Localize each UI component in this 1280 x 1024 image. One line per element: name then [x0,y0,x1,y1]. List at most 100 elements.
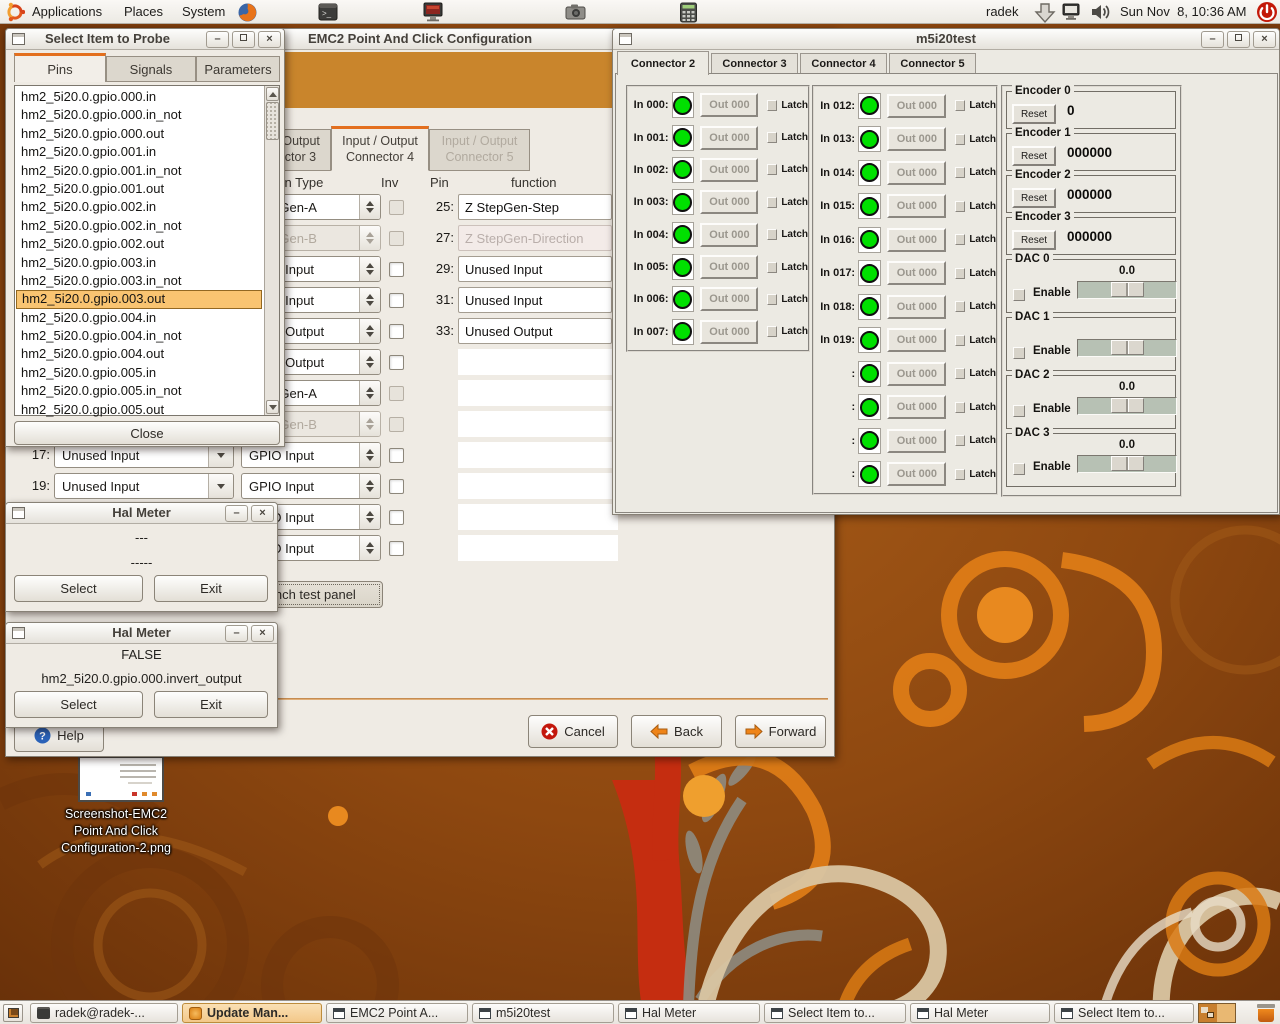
spinner-arrows-icon[interactable] [359,350,380,374]
latch-checkbox[interactable] [767,164,777,175]
list-item[interactable]: hm2_5i20.0.gpio.005.in [16,364,262,382]
out-button[interactable]: Out 000 [887,161,946,185]
slider-handle[interactable] [1111,456,1144,471]
maximize-button[interactable] [232,31,255,48]
taskbar-item-select-item-2[interactable]: Select Item to... [1054,1003,1194,1023]
latch-checkbox[interactable] [767,229,777,240]
hal-meter-titlebar[interactable]: Hal Meter – × [6,623,277,644]
spinner-arrows-icon[interactable] [359,443,380,467]
out-button[interactable]: Out 000 [887,395,946,419]
spinner-arrows-icon[interactable] [359,505,380,529]
ubuntu-logo-icon[interactable] [5,2,25,22]
latch-checkbox[interactable] [955,134,965,145]
pin-function-field[interactable]: Unused Input [458,256,612,282]
minimize-button[interactable]: – [1201,31,1224,48]
spinner-arrows-icon[interactable] [359,474,380,498]
scrollbar[interactable] [264,86,279,415]
out-button[interactable]: Out 000 [887,295,946,319]
out-button[interactable]: Out 000 [700,287,758,311]
close-button[interactable]: × [251,505,274,522]
tab-io-connector-4[interactable]: Input / Output Connector 4 [331,126,429,171]
dac-slider[interactable] [1077,455,1177,473]
taskbar-item-emc2[interactable]: EMC2 Point A... [326,1003,468,1023]
list-item[interactable]: hm2_5i20.0.gpio.002.in_not [16,217,262,235]
list-item[interactable]: hm2_5i20.0.gpio.004.in [16,309,262,327]
screen-tray-icon[interactable] [1061,2,1081,22]
exit-button[interactable]: Exit [154,575,268,602]
back-button[interactable]: Back [631,715,722,748]
latch-checkbox[interactable] [955,167,965,178]
latch-checkbox[interactable] [955,435,965,446]
close-button[interactable]: × [258,31,281,48]
list-item[interactable]: hm2_5i20.0.gpio.001.in_not [16,162,262,180]
close-button[interactable]: × [251,625,274,642]
tab-parameters[interactable]: Parameters [196,56,280,82]
out-button[interactable]: Out 000 [887,261,946,285]
display-icon[interactable] [422,2,444,22]
camera-icon[interactable] [565,2,586,22]
select-button[interactable]: Select [14,575,143,602]
enable-checkbox[interactable] [1013,289,1025,301]
volume-icon[interactable] [1090,2,1112,22]
invert-checkbox[interactable] [389,293,404,308]
dac-slider[interactable] [1077,281,1177,299]
pin-type-spinner[interactable]: GPIO Input [241,473,381,499]
reset-button[interactable]: Reset [1012,146,1056,166]
tab-connector-5[interactable]: Connector 5 [889,53,976,73]
invert-checkbox[interactable] [389,448,404,463]
reset-button[interactable]: Reset [1012,230,1056,250]
menu-applications[interactable]: Applications [28,0,106,24]
latch-checkbox[interactable] [767,197,777,208]
pin-function-field[interactable]: Unused Output [458,318,612,344]
out-button[interactable]: Out 000 [700,190,758,214]
out-button[interactable]: Out 000 [700,255,758,279]
latch-checkbox[interactable] [955,402,965,413]
list-item[interactable]: hm2_5i20.0.gpio.001.out [16,180,262,198]
latch-checkbox[interactable] [955,268,965,279]
tab-pins[interactable]: Pins [14,53,106,82]
latch-checkbox[interactable] [767,262,777,273]
scrollbar-thumb[interactable] [266,102,279,140]
spinner-arrows-icon[interactable] [359,536,380,560]
m5i20test-titlebar[interactable]: m5i20test – × [613,29,1279,50]
latch-checkbox[interactable] [955,335,965,346]
spinner-arrows-icon[interactable] [359,381,380,405]
list-item[interactable]: hm2_5i20.0.gpio.001.in [16,143,262,161]
out-button[interactable]: Out 000 [700,320,758,344]
out-button[interactable]: Out 000 [887,228,946,252]
trash-icon[interactable] [1256,1003,1276,1023]
reset-button[interactable]: Reset [1012,188,1056,208]
tab-connector-3[interactable]: Connector 3 [711,53,798,73]
list-item[interactable]: hm2_5i20.0.gpio.005.out [16,401,262,419]
out-button[interactable]: Out 000 [887,429,946,453]
out-button[interactable]: Out 000 [887,127,946,151]
enable-checkbox[interactable] [1013,405,1025,417]
out-button[interactable]: Out 000 [700,126,758,150]
out-button[interactable]: Out 000 [887,362,946,386]
tab-signals[interactable]: Signals [106,56,196,82]
list-item[interactable]: hm2_5i20.0.gpio.000.out [16,125,262,143]
taskbar-item-m5i20test[interactable]: m5i20test [472,1003,614,1023]
workspace-active[interactable] [1199,1004,1217,1022]
latch-checkbox[interactable] [955,201,965,212]
enable-checkbox[interactable] [1013,463,1025,475]
list-item[interactable]: hm2_5i20.0.gpio.000.in_not [16,106,262,124]
cancel-button[interactable]: Cancel [528,715,618,748]
latch-checkbox[interactable] [767,132,777,143]
invert-checkbox[interactable] [389,324,404,339]
close-list-button[interactable]: Close [14,421,280,445]
latch-checkbox[interactable] [955,301,965,312]
scroll-up-icon[interactable] [266,87,279,101]
list-item[interactable]: hm2_5i20.0.gpio.004.out [16,345,262,363]
select-button[interactable]: Select [14,691,143,718]
maximize-button[interactable] [1227,31,1250,48]
calculator-icon[interactable] [679,2,698,23]
minimize-button[interactable]: – [225,505,248,522]
latch-checkbox[interactable] [955,100,965,111]
minimize-button[interactable]: – [206,31,229,48]
spinner-arrows-icon[interactable] [359,195,380,219]
out-button[interactable]: Out 000 [887,328,946,352]
spinner-arrows-icon[interactable] [359,319,380,343]
enable-checkbox[interactable] [1013,347,1025,359]
reset-button[interactable]: Reset [1012,104,1056,124]
